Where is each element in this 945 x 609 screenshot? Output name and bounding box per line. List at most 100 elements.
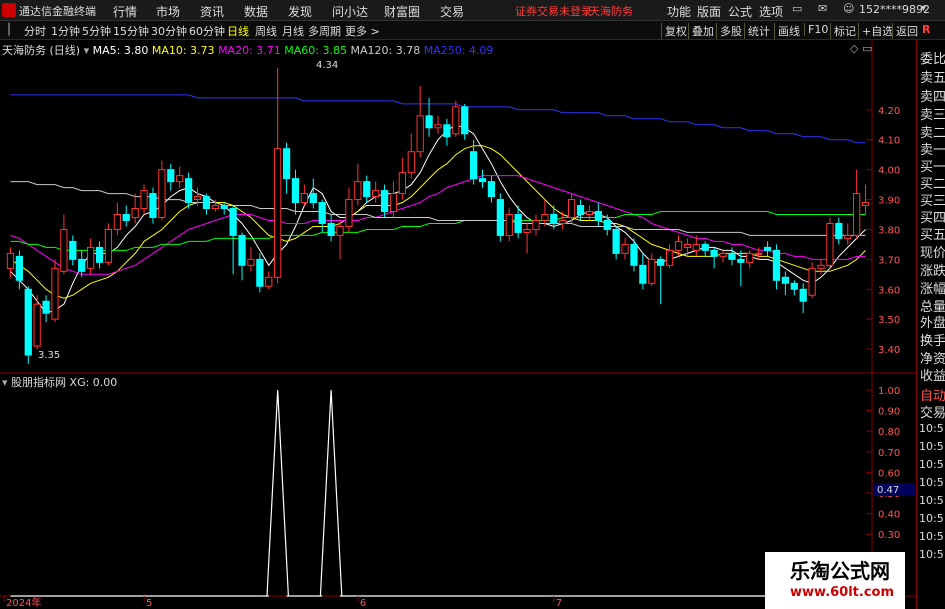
- user-icon[interactable]: ☺: [843, 2, 854, 15]
- trade-button[interactable]: 交易: [920, 402, 945, 421]
- price-tick-label: 3.40: [878, 345, 900, 356]
- candle-body: [407, 151, 415, 174]
- multi-stock-button[interactable]: 多股: [716, 23, 742, 39]
- app-title: 通达信金融终端: [19, 5, 96, 18]
- candle-body: [799, 288, 807, 302]
- candle-body: [844, 234, 852, 239]
- period-60min[interactable]: 60分钟: [189, 23, 225, 39]
- candle-body: [389, 193, 398, 213]
- overlay-button[interactable]: 叠加: [688, 23, 714, 39]
- menu-market[interactable]: 市场: [156, 3, 180, 20]
- menu-options[interactable]: 选项: [759, 3, 783, 20]
- panel-change-pct: 涨幅: [920, 282, 945, 297]
- menu-formula[interactable]: 公式: [728, 3, 752, 20]
- dropdown-icon[interactable]: ▾: [921, 3, 926, 14]
- stats-button[interactable]: 统计: [744, 23, 770, 39]
- candle-body: [193, 196, 202, 201]
- indicator-tick-label: 0.30: [878, 530, 900, 541]
- candle-body: [380, 190, 389, 213]
- message-icon[interactable]: ✉: [818, 2, 827, 15]
- ma250-legend: MA250: 4.09: [423, 44, 494, 57]
- candle-body: [274, 148, 282, 278]
- period-weekly[interactable]: 周线: [255, 23, 277, 39]
- quote-side-panel: 委比 卖五 卖四 卖三 卖二 卖一 买一 买二 买三 买四 买五 现价 涨跌 涨…: [916, 40, 945, 609]
- tick-time: 10:5: [919, 422, 944, 435]
- candle-body: [95, 246, 104, 263]
- menu-functions[interactable]: 功能: [667, 3, 691, 20]
- period-15min[interactable]: 15分钟: [113, 23, 149, 39]
- candle-body: [710, 249, 718, 257]
- menu-xiaoda[interactable]: 问小达: [332, 3, 368, 20]
- candle-body: [790, 282, 798, 290]
- candle-body: [514, 214, 522, 233]
- r-icon[interactable]: R: [922, 23, 930, 36]
- mark-button[interactable]: 标记: [830, 23, 856, 39]
- period-monthly[interactable]: 月线: [282, 23, 304, 39]
- candle-body: [861, 202, 870, 207]
- draw-button[interactable]: 画线: [774, 23, 800, 39]
- candle-body: [478, 178, 487, 183]
- menu-news[interactable]: 资讯: [200, 3, 224, 20]
- menu-trade[interactable]: 交易: [440, 3, 464, 20]
- period-intraday[interactable]: 分时: [24, 23, 46, 39]
- adjust-button[interactable]: 复权: [661, 23, 687, 39]
- candle-body: [363, 181, 371, 198]
- candle-body: [772, 249, 781, 281]
- candle-body: [665, 249, 674, 266]
- candle-body: [746, 252, 754, 263]
- candle-body: [176, 175, 184, 183]
- period-30min[interactable]: 30分钟: [151, 23, 187, 39]
- chart-settings-icon[interactable]: ◇ ▭: [850, 42, 872, 55]
- candle-body: [835, 222, 843, 239]
- candle-body: [559, 219, 567, 224]
- indicator-current-value: 0.47: [877, 485, 899, 496]
- indicator-tick-label: 0.60: [878, 468, 900, 479]
- candle-body: [318, 202, 326, 224]
- toolbar-collapse-icon[interactable]: ▕: [1, 23, 9, 36]
- candle-body: [639, 264, 647, 284]
- menu-wealth-circle[interactable]: 财富圈: [384, 3, 420, 20]
- tick-time: 10:5: [919, 494, 944, 507]
- period-5min[interactable]: 5分钟: [82, 23, 111, 39]
- legend-dropdown-icon[interactable]: ▾: [84, 44, 90, 57]
- menu-data[interactable]: 数据: [244, 3, 268, 20]
- back-button[interactable]: 返回: [892, 23, 918, 39]
- candle-body: [104, 228, 113, 263]
- candle-body: [229, 208, 237, 236]
- ma60-legend: MA60: 3.85: [284, 44, 347, 57]
- period-daily[interactable]: 日线: [227, 23, 249, 39]
- add-watchlist-button[interactable]: +自选: [858, 23, 893, 39]
- candle-body: [808, 267, 816, 296]
- watermark-title: 乐淘公式网: [790, 559, 890, 583]
- trade-login-notice[interactable]: 证券交易未登录: [515, 3, 592, 19]
- tick-time: 10:5: [919, 512, 944, 525]
- menu-discover[interactable]: 发现: [288, 3, 312, 20]
- menu-market-quotes[interactable]: 行情: [113, 3, 137, 20]
- tick-time: 10:5: [919, 548, 944, 561]
- chart-canvas[interactable]: 4.20 4.10 4.00 3.90 3.80 3.70 3.60 3.50 3.40 1.0…: [0, 40, 916, 609]
- candle-body: [87, 246, 95, 269]
- period-more[interactable]: 更多 >: [345, 23, 380, 39]
- period-multi[interactable]: 多周期: [308, 23, 341, 39]
- candle-body: [202, 196, 211, 210]
- account-name[interactable]: 152****9892: [859, 3, 930, 16]
- tick-time: 10:5: [919, 476, 944, 489]
- info-icon[interactable]: ▭: [792, 2, 802, 15]
- price-tick-label: 3.70: [878, 255, 900, 266]
- period-1min[interactable]: 1分钟: [51, 23, 80, 39]
- menu-layout[interactable]: 版面: [697, 3, 721, 20]
- candle-body: [434, 124, 442, 129]
- panel-ask5: 卖五: [920, 71, 945, 86]
- f10-button[interactable]: F10: [804, 23, 828, 36]
- min-price-label: 3.35: [38, 350, 60, 361]
- candle-body: [505, 214, 513, 236]
- candle-body: [461, 106, 469, 135]
- candle-body: [309, 193, 317, 204]
- indicator-dropdown-icon[interactable]: ▾: [2, 376, 8, 389]
- period-toolbar: ▕ 分时 1分钟 5分钟 15分钟 30分钟 60分钟 日线 周线 月线 多周期…: [0, 21, 945, 40]
- indicator-tick-label: 0.90: [878, 407, 900, 418]
- candle-body: [211, 205, 219, 210]
- ma5-legend: MA5: 3.80: [92, 44, 149, 57]
- candle-body: [576, 205, 585, 216]
- stock-name-link[interactable]: 天海防务: [589, 3, 633, 19]
